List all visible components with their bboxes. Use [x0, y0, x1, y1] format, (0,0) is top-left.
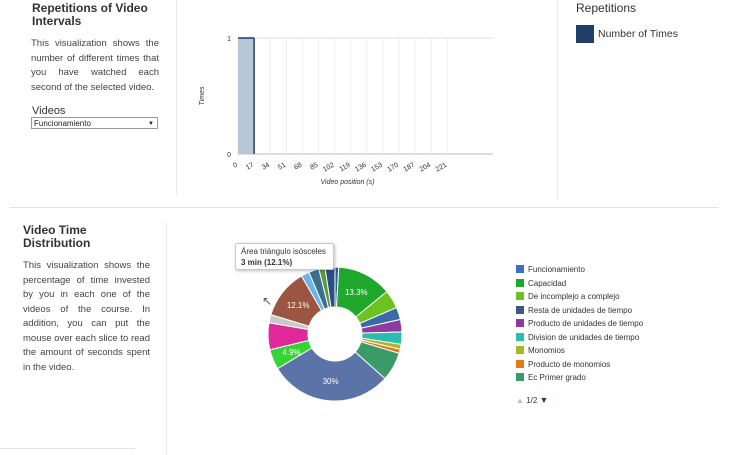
- x-tick-label: 136: [354, 162, 368, 174]
- divider-right-top: [557, 0, 558, 200]
- legend-label: Division de unidades de tiempo: [528, 332, 640, 342]
- slice-data-label: 30%: [323, 377, 339, 386]
- legend-item[interactable]: Capacidad: [516, 278, 567, 289]
- y-tick-label: 1: [227, 36, 231, 43]
- tooltip-title: Área triángulo isósceles: [241, 247, 326, 256]
- legend-swatch: [516, 265, 524, 273]
- x-tick-label: 119: [339, 162, 352, 174]
- repetitions-description: This visualization shows the number of d…: [31, 38, 159, 93]
- legend-swatch: [516, 346, 524, 354]
- x-tick-label: 170: [386, 162, 400, 174]
- video-select[interactable]: Funcionamiento ▼: [31, 117, 158, 129]
- videos-label: Videos: [32, 105, 66, 117]
- legend-label: Ec Primer grado: [528, 373, 586, 382]
- legend-label: Capacidad: [528, 278, 567, 288]
- left-bottom-rule: [0, 448, 135, 449]
- legend-item[interactable]: Producto de monomios: [516, 359, 611, 370]
- x-tick-label: 85: [309, 162, 319, 172]
- legend-item-number-of-times[interactable]: Number of Times: [598, 28, 678, 40]
- video-select-value: Funcionamiento: [34, 119, 91, 128]
- legend-label: Producto de monomios: [528, 359, 611, 369]
- legend-label: Monomios: [528, 346, 565, 355]
- legend-swatch-number-of-times: [576, 25, 594, 43]
- legend-label: De incomplejo a complejo: [528, 292, 620, 301]
- legend-item[interactable]: Division de unidades de tiempo: [516, 332, 640, 343]
- pager-up-icon[interactable]: ▲: [516, 396, 524, 405]
- x-tick-label: 102: [322, 162, 336, 174]
- chevron-down-icon: ▼: [148, 121, 154, 127]
- x-tick-label: 17: [245, 162, 255, 172]
- legend-swatch: [516, 319, 524, 327]
- x-tick-label: 34: [261, 162, 271, 172]
- legend-label: Funcionamiento: [528, 265, 585, 274]
- pager-label: 1/2: [526, 396, 538, 405]
- slice-data-label: 13.3%: [345, 288, 368, 297]
- x-tick-label: 0: [232, 162, 239, 170]
- legend-swatch: [516, 332, 524, 341]
- legend-swatch: [516, 278, 524, 287]
- divider-left-top: [176, 0, 177, 195]
- y-axis-label: Times: [199, 86, 206, 105]
- x-axis-label: Video position (s): [321, 179, 375, 186]
- x-tick-label: 153: [370, 162, 384, 174]
- x-tick-label: 187: [402, 162, 416, 174]
- x-tick-label: 204: [419, 162, 433, 174]
- tooltip-value: 3 min (12.1%): [241, 258, 293, 267]
- legend-title: Repetitions: [576, 1, 637, 15]
- legend-label: Resta de unidades de tiempo: [528, 305, 633, 315]
- section-divider: [10, 207, 718, 208]
- legend-swatch: [516, 305, 524, 314]
- distribution-donut: 13.3% 4.9% 12.1% 30%: [267, 266, 403, 402]
- slice-tooltip: Área triángulo isósceles 3 min (12.1%): [235, 243, 334, 270]
- legend-item[interactable]: De incomplejo a complejo: [516, 292, 620, 302]
- legend-swatch: [516, 292, 524, 300]
- y-tick-label: 0: [227, 152, 231, 159]
- legend-item[interactable]: Monomios: [516, 346, 565, 356]
- legend-pager: ▲ 1/2 ▼: [516, 395, 548, 405]
- x-tick-label: 68: [293, 162, 303, 172]
- pager-down-icon[interactable]: ▼: [540, 395, 549, 405]
- legend-swatch: [516, 359, 524, 368]
- repetitions-title: Repetitions of Video Intervals: [32, 1, 148, 28]
- repetitions-chart: 0 17 34 51 68 85 102 119 136 153 170 187 204 221 0 1 Vid…: [199, 36, 493, 186]
- slice-data-label: 12.1%: [287, 301, 310, 310]
- legend-swatch: [516, 373, 524, 381]
- legend-label: Producto de unidades de tiempo: [528, 319, 644, 328]
- x-tick-label: 221: [435, 162, 449, 174]
- slice-data-label: 4.9%: [282, 348, 300, 357]
- legend-item[interactable]: Producto de unidades de tiempo: [516, 319, 643, 329]
- bar: [238, 38, 255, 154]
- legend-item[interactable]: Funcionamiento: [516, 265, 585, 275]
- legend-item[interactable]: Resta de unidades de tiempo: [516, 305, 633, 316]
- legend-item[interactable]: Ec Primer grado: [516, 373, 586, 383]
- distribution-description: This visualization shows the percentage …: [23, 260, 150, 373]
- distribution-title: Video Time Distribution: [23, 223, 91, 250]
- mouse-cursor-icon: ↖: [262, 294, 273, 308]
- divider-left-bottom: [166, 222, 167, 455]
- x-tick-label: 51: [277, 162, 287, 172]
